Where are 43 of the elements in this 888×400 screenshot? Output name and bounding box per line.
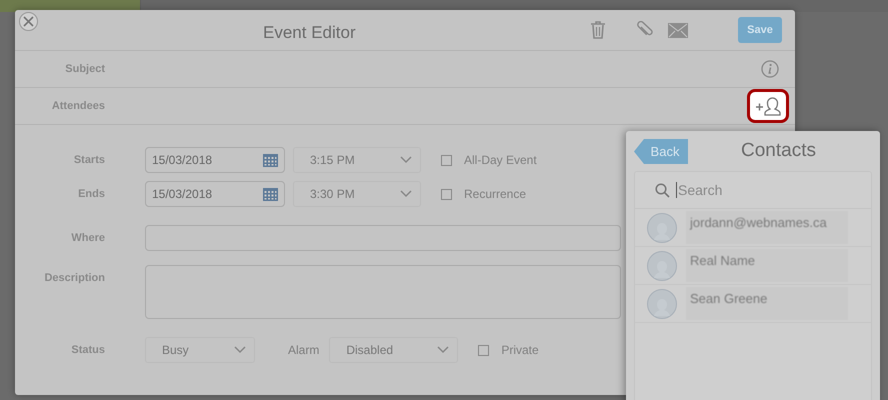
- field-label: Alarm: [288, 343, 320, 357]
- date-field[interactable]: 15/03/2018: [145, 181, 285, 207]
- where-field[interactable]: [145, 225, 621, 251]
- dialog-title: Event Editor: [263, 23, 356, 43]
- avatar-icon: [646, 212, 678, 242]
- checkbox-label: Private: [501, 343, 539, 357]
- field-label: Where: [70, 232, 105, 244]
- field-label: Ends: [77, 188, 105, 200]
- save-button[interactable]: Save: [738, 17, 782, 43]
- add-attendee-button[interactable]: [747, 89, 789, 123]
- envelope-icon[interactable]: [668, 22, 688, 38]
- calendar-icon[interactable]: [263, 154, 278, 166]
- field-label: Description: [43, 272, 105, 284]
- checkbox-label: Recurrence: [464, 187, 526, 201]
- checkbox-label: All-Day Event: [464, 153, 537, 167]
- avatar-icon: [646, 250, 678, 280]
- field-label: Starts: [72, 154, 105, 166]
- description-field[interactable]: [145, 265, 621, 319]
- search-icon: [655, 182, 670, 198]
- info-icon[interactable]: [761, 60, 779, 78]
- back-button[interactable]: Back: [634, 139, 688, 164]
- chevron-icon: [437, 346, 450, 354]
- close-icon[interactable]: [19, 12, 38, 31]
- checkbox[interactable]: [441, 188, 452, 200]
- checkbox[interactable]: [441, 154, 452, 166]
- calendar-icon[interactable]: [263, 188, 278, 200]
- chevron-icon: [400, 190, 412, 198]
- field-label: Status: [70, 344, 105, 356]
- field-label: Attendees: [50, 100, 105, 112]
- time-dropdown[interactable]: 3:30 PM: [293, 181, 421, 207]
- avatar-icon: [646, 288, 678, 318]
- search-field[interactable]: Search: [676, 182, 838, 198]
- field-label: Subject: [64, 63, 105, 75]
- checkbox[interactable]: [478, 344, 490, 356]
- time-dropdown[interactable]: 3:15 PM: [293, 147, 421, 173]
- chevron-icon: [400, 156, 412, 164]
- trash-icon[interactable]: [588, 20, 608, 40]
- alarm-dropdown[interactable]: Disabled: [329, 337, 458, 363]
- add-person-icon: [755, 96, 781, 116]
- date-field[interactable]: 15/03/2018: [145, 147, 285, 173]
- chevron-icon: [234, 346, 246, 354]
- panel-title: Contacts: [741, 140, 816, 162]
- status-dropdown[interactable]: Busy: [145, 337, 255, 363]
